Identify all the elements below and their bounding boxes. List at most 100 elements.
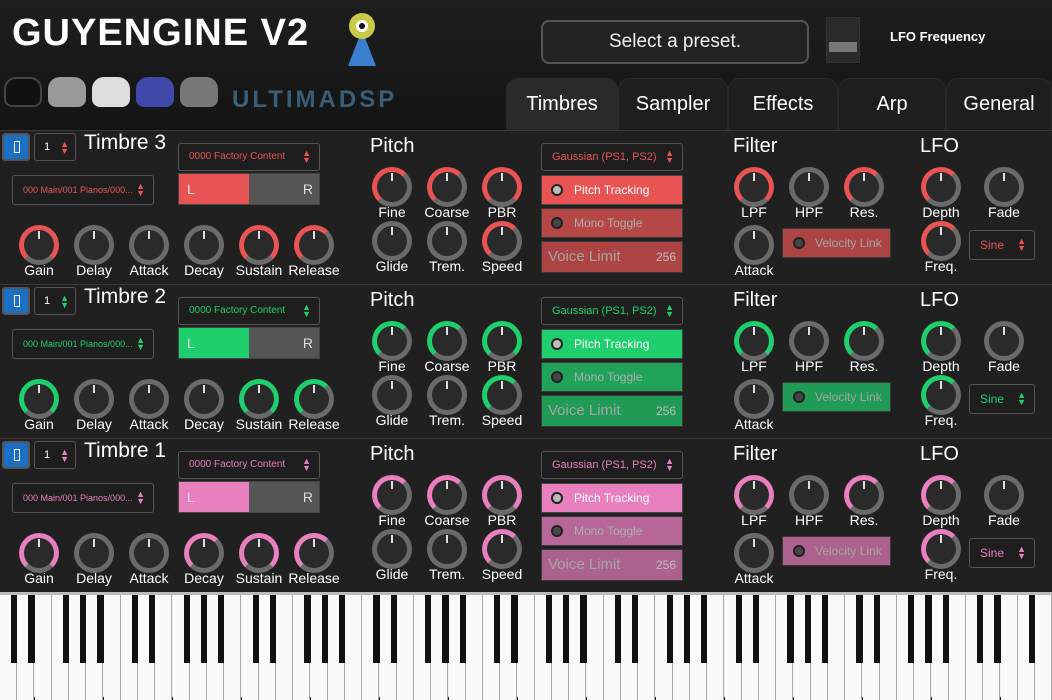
lfo-wave-select[interactable]: Sine ▲ ▼ [969,538,1035,568]
lfo-freq-knob[interactable]: Freq. [916,221,966,274]
decay-knob[interactable]: Decay [179,533,229,586]
gain-knob[interactable]: Gain [14,379,64,432]
interpolation-select[interactable]: Gaussian (PS1, PS2) ▲ ▼ [541,451,683,479]
white-key[interactable] [879,595,897,700]
velocity-link-toggle[interactable]: Velocity Link [782,382,891,412]
attack-knob[interactable]: Attack [124,533,174,586]
release-knob[interactable]: Release [288,379,340,432]
white-key[interactable] [828,595,845,700]
pan-slider[interactable]: LR [178,173,320,205]
coarse-knob[interactable]: Coarse [422,321,472,374]
bank-select[interactable]: 0000 Factory Content ▲ ▼ [178,297,320,325]
hpf-knob[interactable]: HPF [784,475,834,528]
trem-knob[interactable]: Trem. [422,221,472,274]
glide-knob[interactable]: Glide [367,221,417,274]
hpf-knob[interactable]: HPF [784,321,834,374]
white-key[interactable] [707,595,725,700]
tab-arp[interactable]: Arp [838,78,946,132]
white-key[interactable] [586,595,604,700]
mono-toggle[interactable]: Mono Toggle [541,362,683,392]
white-key[interactable] [155,595,173,700]
velocity-link-toggle[interactable]: Velocity Link [782,536,891,566]
white-key[interactable] [103,595,121,700]
lfo-frequency-slider[interactable] [826,17,860,63]
pbr-knob[interactable]: PBR [477,321,527,374]
speed-knob[interactable]: Speed [477,375,527,428]
fine-knob[interactable]: Fine [367,167,417,220]
white-key[interactable] [1000,595,1018,700]
release-knob[interactable]: Release [288,533,340,586]
lfo-wave-select[interactable]: Sine ▲ ▼ [969,384,1035,414]
white-key[interactable] [517,595,535,700]
lfo-freq-knob[interactable]: Freq. [916,529,966,582]
midi-channel-spinner[interactable]: 1 ▲ ▼ [34,133,76,161]
white-key[interactable] [465,595,483,700]
filter-attack-knob[interactable]: Attack [729,533,779,586]
voice-limit-field[interactable]: Voice Limit 256 [541,549,683,581]
pitch-tracking-toggle[interactable]: Pitch Tracking [541,329,683,359]
attack-knob[interactable]: Attack [124,225,174,278]
lpf-knob[interactable]: LPF [729,321,779,374]
timbre-enable-switch[interactable] [2,133,30,161]
tab-sampler[interactable]: Sampler [618,78,728,132]
trem-knob[interactable]: Trem. [422,529,472,582]
fine-knob[interactable]: Fine [367,321,417,374]
coarse-knob[interactable]: Coarse [422,475,472,528]
pitch-tracking-toggle[interactable]: Pitch Tracking [541,483,683,513]
delay-knob[interactable]: Delay [69,533,119,586]
fine-knob[interactable]: Fine [367,475,417,528]
attack-knob[interactable]: Attack [124,379,174,432]
filter-attack-knob[interactable]: Attack [729,379,779,432]
preset-selector[interactable]: Select a preset. [541,20,809,64]
bank-select[interactable]: 0000 Factory Content ▲ ▼ [178,451,320,479]
trem-knob[interactable]: Trem. [422,375,472,428]
lpf-knob[interactable]: LPF [729,167,779,220]
decay-knob[interactable]: Decay [179,379,229,432]
gain-knob[interactable]: Gain [14,533,64,586]
depth-knob[interactable]: Depth [916,321,966,374]
midi-channel-spinner[interactable]: 1 ▲ ▼ [34,287,76,315]
sustain-knob[interactable]: Sustain [234,379,284,432]
glide-knob[interactable]: Glide [367,375,417,428]
tab-timbres[interactable]: Timbres [506,78,618,132]
mono-toggle[interactable]: Mono Toggle [541,208,683,238]
speed-knob[interactable]: Speed [477,221,527,274]
res-knob[interactable]: Res. [839,475,889,528]
res-knob[interactable]: Res. [839,321,889,374]
pan-slider[interactable]: LR [178,327,320,359]
pan-slider[interactable]: LR [178,481,320,513]
glide-knob[interactable]: Glide [367,529,417,582]
white-key[interactable] [638,595,656,700]
coarse-knob[interactable]: Coarse [422,167,472,220]
depth-knob[interactable]: Depth [916,475,966,528]
depth-knob[interactable]: Depth [916,167,966,220]
timbre-enable-switch[interactable] [2,287,30,315]
bank-select[interactable]: 0000 Factory Content ▲ ▼ [178,143,320,171]
delay-knob[interactable]: Delay [69,225,119,278]
lfo-freq-knob[interactable]: Freq. [916,375,966,428]
timbre-enable-switch[interactable] [2,441,30,469]
tab-general[interactable]: General [946,78,1052,132]
piano-keyboard[interactable] [0,592,1052,700]
white-key[interactable] [224,595,242,700]
patch-select[interactable]: 000 Main/001 Pianos/000... ▲ ▼ [12,175,154,205]
white-key[interactable] [276,595,293,700]
delay-knob[interactable]: Delay [69,379,119,432]
white-key[interactable] [396,595,414,700]
res-knob[interactable]: Res. [839,167,889,220]
interpolation-select[interactable]: Gaussian (PS1, PS2) ▲ ▼ [541,143,683,171]
white-key[interactable] [759,595,776,700]
fade-knob[interactable]: Fade [979,475,1029,528]
velocity-link-toggle[interactable]: Velocity Link [782,228,891,258]
pbr-knob[interactable]: PBR [477,167,527,220]
white-key[interactable] [34,595,52,700]
fade-knob[interactable]: Fade [979,167,1029,220]
pbr-knob[interactable]: PBR [477,475,527,528]
sustain-knob[interactable]: Sustain [234,225,284,278]
voice-limit-field[interactable]: Voice Limit 256 [541,241,683,273]
lfo-wave-select[interactable]: Sine ▲ ▼ [969,230,1035,260]
patch-select[interactable]: 000 Main/001 Pianos/000... ▲ ▼ [12,329,154,359]
interpolation-select[interactable]: Gaussian (PS1, PS2) ▲ ▼ [541,297,683,325]
hpf-knob[interactable]: HPF [784,167,834,220]
tab-effects[interactable]: Effects [728,78,838,132]
